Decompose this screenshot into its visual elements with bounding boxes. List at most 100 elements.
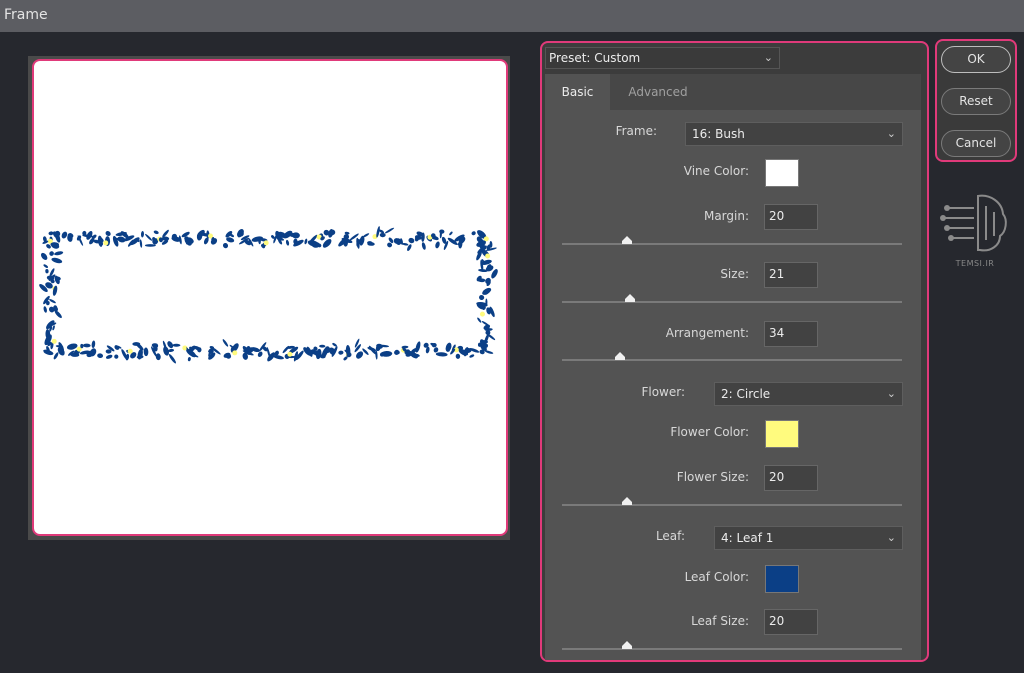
leaf-value: 4: Leaf 1 xyxy=(721,531,774,545)
chevron-down-icon: ⌄ xyxy=(886,127,896,140)
chevron-down-icon: ⌄ xyxy=(886,531,896,544)
vine-leaf xyxy=(43,264,49,268)
vine-leaf xyxy=(54,310,62,319)
vine-leaf xyxy=(479,294,485,301)
size-slider-thumb[interactable] xyxy=(625,294,635,302)
vine-leaf xyxy=(105,354,113,359)
reset-button[interactable]: Reset xyxy=(941,88,1011,115)
leaf-color-label: Leaf Color: xyxy=(684,570,749,584)
flower-color-label: Flower Color: xyxy=(670,425,749,439)
vine-leaf xyxy=(52,285,58,296)
vine-leaf xyxy=(45,269,49,274)
size-label: Size: xyxy=(720,267,749,281)
arrangement-label: Arrangement: xyxy=(665,326,749,340)
vine-leaf xyxy=(53,352,59,360)
tab-basic[interactable]: Basic xyxy=(545,74,610,110)
vine-leaf xyxy=(304,238,308,245)
vine-leaf xyxy=(43,306,47,313)
vine-leaf xyxy=(114,354,119,359)
flower-color-swatch[interactable] xyxy=(765,420,799,448)
preset-dropdown[interactable]: Preset: Custom ⌄ xyxy=(545,47,780,69)
vine-leaf xyxy=(471,231,476,236)
arrangement-input[interactable]: 34 xyxy=(764,321,818,347)
size-input[interactable]: 21 xyxy=(764,262,818,288)
settings-panel: Preset: Custom ⌄ Basic Advanced Frame: 1… xyxy=(540,41,929,662)
vine-leaf xyxy=(139,239,143,248)
vine-leaf xyxy=(379,232,386,238)
frame-label: Frame: xyxy=(615,124,657,138)
leaf-color-swatch[interactable] xyxy=(765,565,799,593)
vine-leaf xyxy=(132,342,141,346)
vine-leaf xyxy=(319,344,326,348)
vine-leaf xyxy=(362,233,370,238)
flower-value: 2: Circle xyxy=(721,387,771,401)
vine-leaf xyxy=(222,242,229,249)
vine-leaf xyxy=(82,343,91,348)
vine-flower xyxy=(232,350,238,356)
vine-flower xyxy=(485,253,491,259)
vine-leaf xyxy=(222,339,229,347)
ok-button[interactable]: OK xyxy=(941,46,1011,73)
vine-leaf xyxy=(433,347,439,353)
vine-leaf xyxy=(49,298,56,304)
margin-slider[interactable] xyxy=(562,236,902,245)
vine-leaf xyxy=(384,227,395,234)
margin-input[interactable]: 20 xyxy=(764,204,818,230)
vine-leaf xyxy=(449,231,453,236)
vine-leaf xyxy=(105,231,111,237)
margin-slider-thumb[interactable] xyxy=(621,236,632,244)
vine-leaf xyxy=(61,231,68,239)
vine-leaf xyxy=(40,252,48,260)
vine-flower xyxy=(263,240,269,246)
arrangement-slider-thumb[interactable] xyxy=(614,352,625,360)
leaf-dropdown[interactable]: 4: Leaf 1 ⌄ xyxy=(714,526,903,550)
vine-color-label: Vine Color: xyxy=(683,164,749,178)
window-title: Frame xyxy=(4,7,48,23)
arrangement-slider[interactable] xyxy=(562,352,902,361)
vine-leaf xyxy=(435,352,448,357)
flower-size-slider-thumb[interactable] xyxy=(621,497,632,505)
vine-leaf xyxy=(285,239,290,246)
vine-flower xyxy=(127,348,133,354)
tab-bar: Basic Advanced xyxy=(545,74,921,110)
margin-label: Margin: xyxy=(703,209,749,223)
dialog-buttons: OK Reset Cancel xyxy=(935,39,1017,162)
cancel-button[interactable]: Cancel xyxy=(941,130,1011,157)
size-slider[interactable] xyxy=(562,294,902,303)
flower-label: Flower: xyxy=(641,385,685,399)
frame-preview xyxy=(32,59,508,536)
chevron-down-icon: ⌄ xyxy=(763,51,773,64)
tab-advanced[interactable]: Advanced xyxy=(610,74,706,110)
vine-leaf xyxy=(376,226,380,238)
vine-flower xyxy=(287,351,293,357)
frame-dropdown[interactable]: 16: Bush ⌄ xyxy=(685,122,903,146)
vine-leaf xyxy=(435,241,440,249)
vine-flower xyxy=(51,338,57,344)
vine-leaf xyxy=(375,350,378,360)
flower-size-input[interactable]: 20 xyxy=(764,465,818,491)
vine-leaf xyxy=(51,257,63,264)
vine-leaf xyxy=(484,350,494,354)
leaf-size-slider[interactable] xyxy=(562,641,902,650)
watermark-text: TEMSI.IR xyxy=(955,259,995,268)
flower-size-label: Flower Size: xyxy=(676,470,749,484)
vine-color-swatch[interactable] xyxy=(765,159,799,187)
vine-leaf xyxy=(408,237,415,244)
vine-flower xyxy=(479,311,485,317)
leaf-size-label: Leaf Size: xyxy=(691,614,749,628)
vine-leaf xyxy=(172,343,181,347)
flower-dropdown[interactable]: 2: Circle ⌄ xyxy=(714,382,903,406)
vine-leaf xyxy=(455,353,461,359)
vine-leaf xyxy=(155,353,161,361)
brain-circuit-icon xyxy=(940,194,1007,252)
flower-size-slider[interactable] xyxy=(562,497,902,506)
leaf-size-slider-thumb[interactable] xyxy=(621,641,632,649)
vine-leaf xyxy=(144,244,156,247)
vine-leaf xyxy=(187,357,191,362)
watermark-logo: TEMSI.IR xyxy=(940,190,1010,270)
vine-leaf xyxy=(153,230,159,235)
vine-leaf xyxy=(66,343,78,350)
vine-leaf xyxy=(338,350,344,355)
leaf-size-input[interactable]: 20 xyxy=(764,609,818,635)
vine-leaf xyxy=(97,353,104,359)
